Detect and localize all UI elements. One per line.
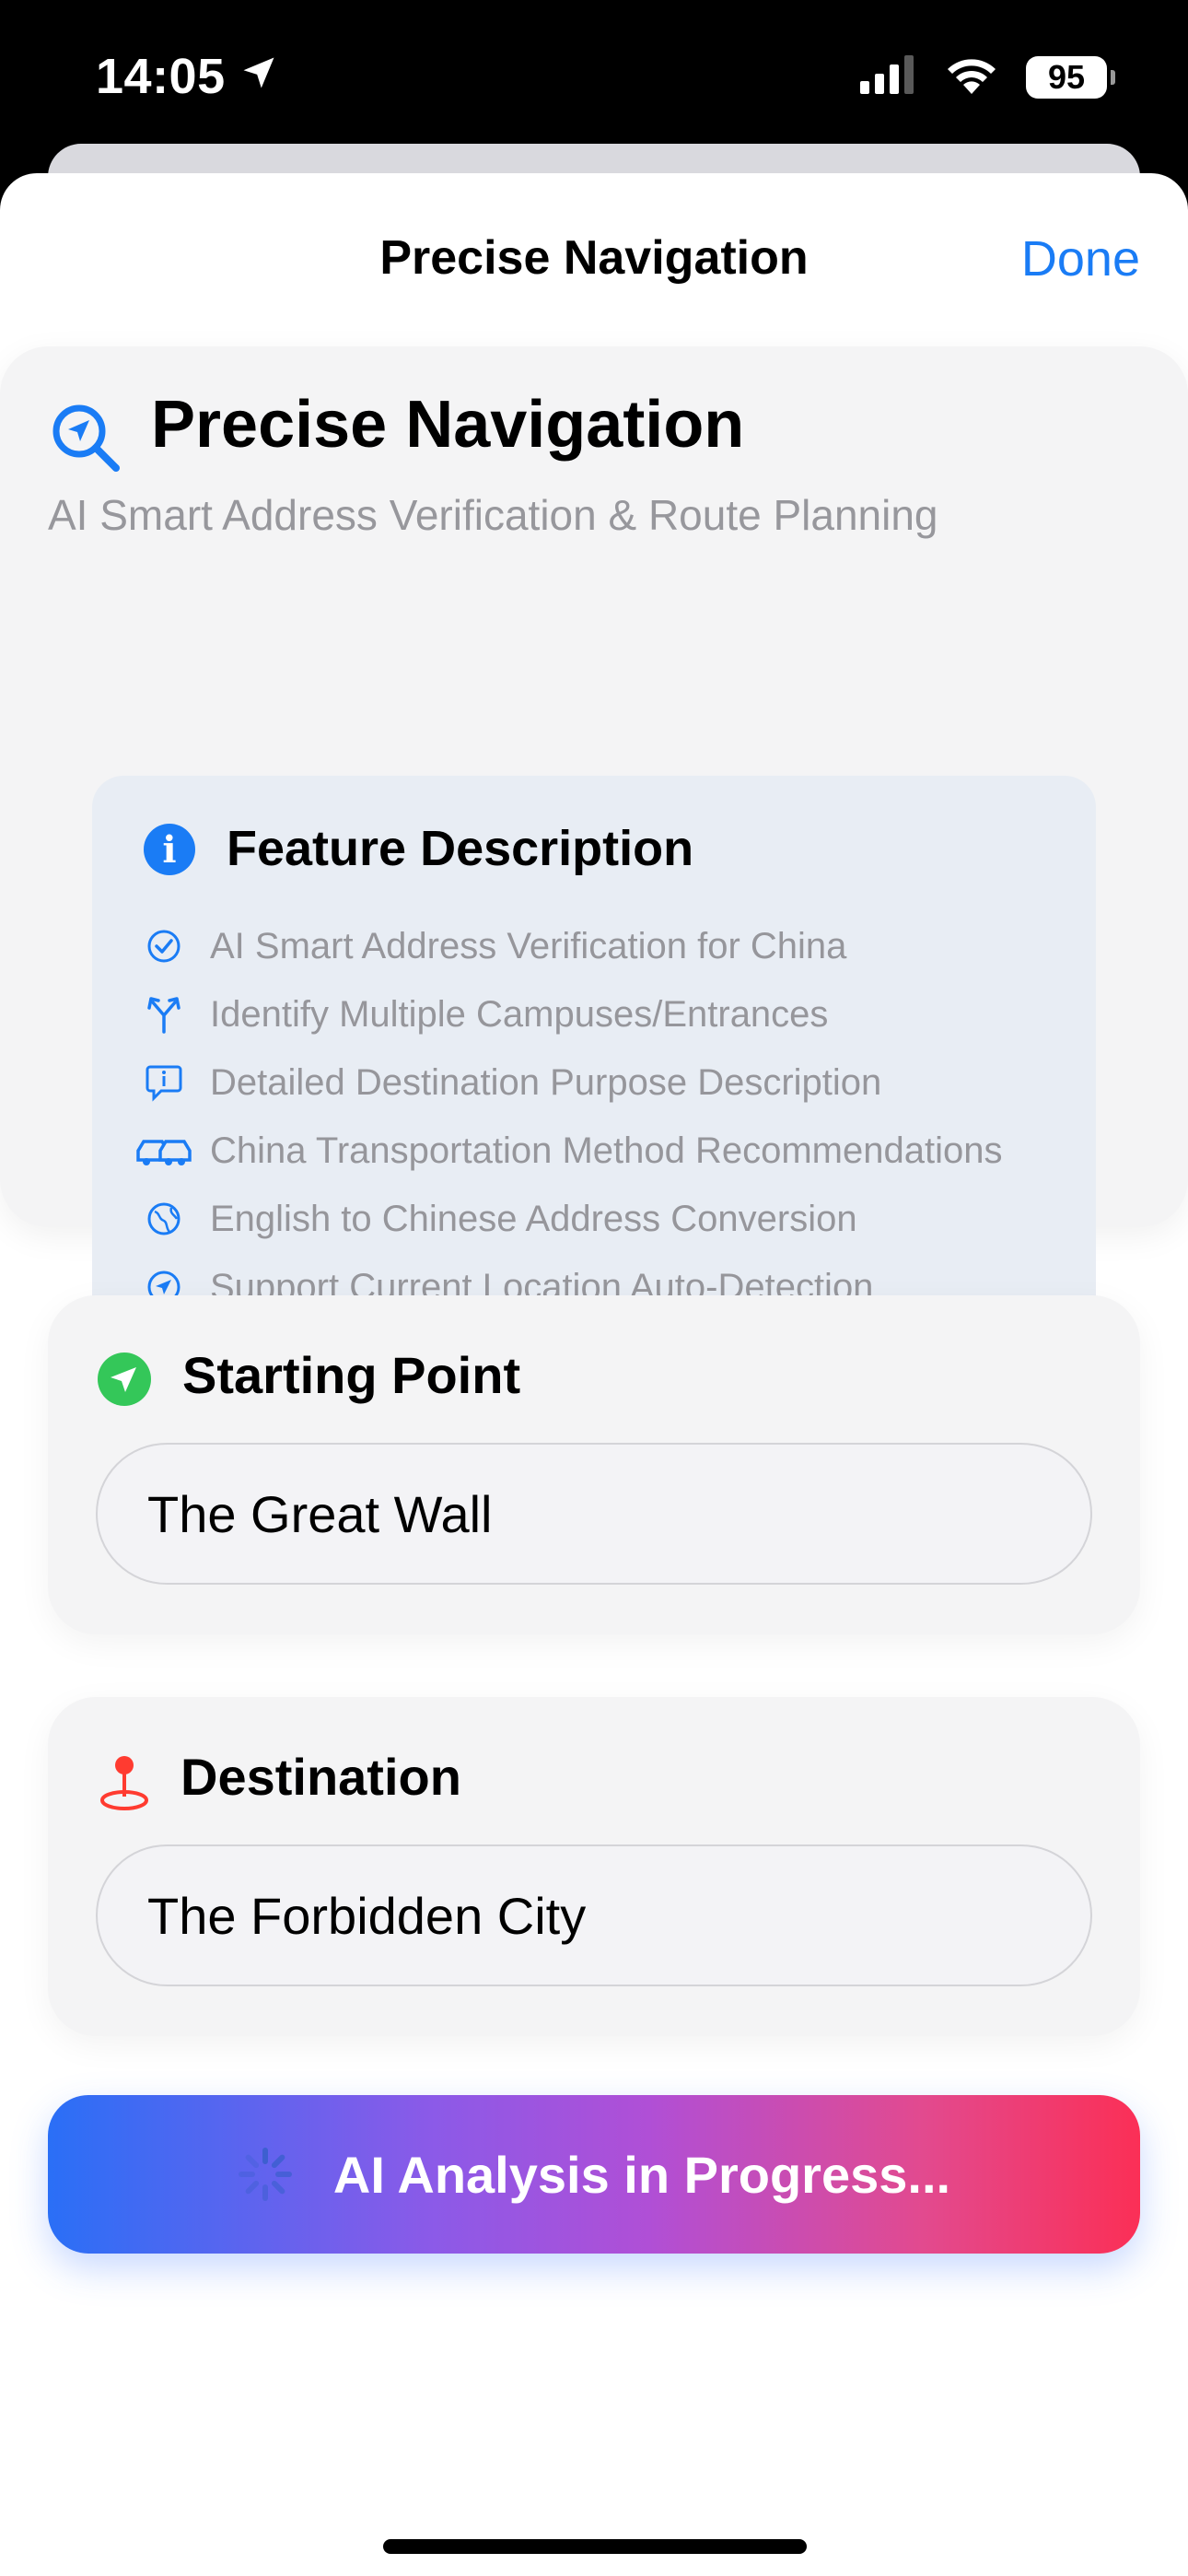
nav-title: Precise Navigation	[379, 231, 809, 285]
starting-point-label: Starting Point	[182, 1346, 521, 1404]
globe-icon	[134, 1199, 193, 1239]
checkmark-circle-icon	[134, 926, 193, 966]
header-subtitle: AI Smart Address Verification & Route Pl…	[48, 491, 938, 539]
done-button[interactable]: Done	[1021, 230, 1140, 287]
info-bubble-icon	[134, 1062, 193, 1103]
list-item: English to Chinese Address Conversion	[134, 1185, 1002, 1253]
battery-level: 95	[1047, 57, 1086, 96]
navigation-sheet: Precise Navigation Done Precise Navigati…	[0, 173, 1188, 2576]
battery-icon: 95	[1026, 55, 1115, 99]
spinner-icon	[238, 2147, 293, 2202]
feature-label: English to Chinese Address Conversion	[210, 1198, 857, 1239]
cars-icon	[134, 1130, 193, 1171]
starting-point-input[interactable]	[96, 1443, 1092, 1585]
feature-title: Feature Description	[227, 821, 694, 876]
destination-label: Destination	[181, 1748, 461, 1806]
header-title: Precise Navigation	[151, 388, 745, 462]
feature-description-box: i Feature Description AI Smart Address V…	[92, 776, 1096, 1356]
list-item: Identify Multiple Campuses/Entrances	[134, 980, 1002, 1048]
feature-label: China Transportation Method Recommendati…	[210, 1130, 1003, 1171]
status-bar: 14:05 95	[0, 0, 1188, 157]
location-arrow-icon	[239, 48, 279, 105]
time-label: 14:05	[96, 49, 226, 104]
header-card: Precise Navigation AI Smart Address Veri…	[0, 346, 1188, 1356]
feature-label: Detailed Destination Purpose Description	[210, 1061, 882, 1103]
wifi-icon	[945, 55, 998, 99]
feature-label: AI Smart Address Verification for China	[210, 925, 847, 966]
status-time: 14:05	[96, 48, 279, 105]
destination-card: Destination	[48, 1697, 1140, 2036]
list-item: China Transportation Method Recommendati…	[134, 1117, 1002, 1185]
ai-analysis-button[interactable]: AI Analysis in Progress...	[48, 2095, 1140, 2254]
magnifier-navigation-icon	[48, 400, 123, 475]
nav-bar: Precise Navigation Done	[0, 173, 1188, 348]
list-item: AI Smart Address Verification for China	[134, 912, 1002, 980]
feature-list: AI Smart Address Verification for China …	[134, 912, 1002, 1321]
location-arrow-green-icon	[98, 1352, 151, 1406]
home-indicator[interactable]	[383, 2539, 807, 2554]
info-icon: i	[144, 824, 195, 875]
cellular-signal-icon	[860, 55, 917, 99]
map-pin-icon	[98, 1754, 151, 1810]
starting-point-card: Starting Point	[48, 1295, 1140, 1634]
list-item: Detailed Destination Purpose Description	[134, 1048, 1002, 1117]
destination-input[interactable]	[96, 1844, 1092, 1986]
feature-label: Identify Multiple Campuses/Entrances	[210, 993, 829, 1035]
branch-arrows-icon	[134, 994, 193, 1035]
ai-analysis-label: AI Analysis in Progress...	[332, 2145, 951, 2204]
